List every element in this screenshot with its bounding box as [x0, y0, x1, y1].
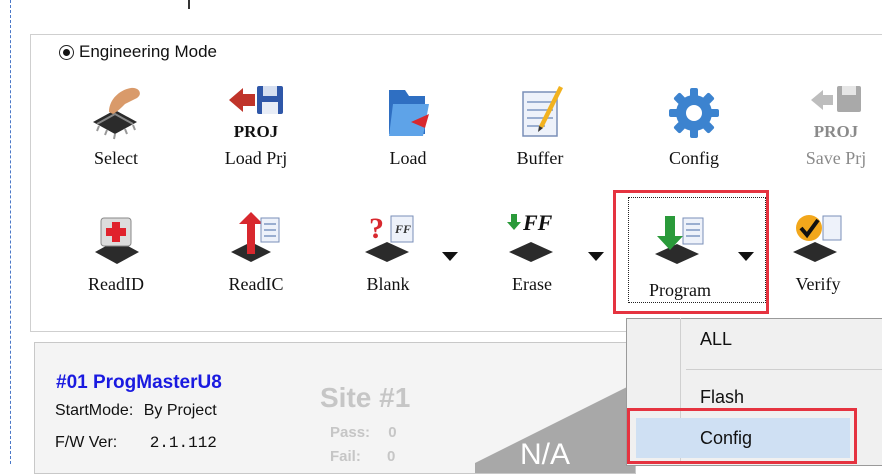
buffer-edit-icon [509, 82, 571, 144]
site-number: Site #1 [320, 382, 411, 413]
proj-icon-text-disabled: PROJ [813, 122, 859, 141]
load-button[interactable]: Load [358, 82, 458, 169]
load-prj-button[interactable]: PROJ Load Prj [206, 82, 306, 169]
blank-check-icon: ? FF [357, 208, 419, 270]
radio-selected-icon[interactable] [59, 44, 74, 60]
select-label: Select [94, 148, 138, 168]
site-title: #01 ProgMasterU8 [56, 372, 222, 393]
ff-glyph-large: FF [523, 210, 553, 235]
menu-item-flash[interactable]: Flash [700, 387, 744, 408]
blank-dropdown-arrow[interactable] [442, 252, 458, 261]
erase-dropdown-arrow[interactable] [588, 252, 604, 261]
fw-value: 2.1.112 [149, 434, 217, 452]
ff-glyph: FF [395, 222, 412, 236]
readic-label: ReadIC [228, 274, 284, 294]
save-prj-button: PROJ Save Prj [786, 82, 882, 169]
blank-button[interactable]: ? FF Blank [338, 208, 438, 295]
select-button[interactable]: Select [66, 82, 166, 169]
program-highlight-box [613, 190, 769, 314]
question-mark-glyph: ? [369, 212, 384, 245]
start-mode-value: By Project [143, 402, 217, 419]
gear-icon [663, 82, 725, 144]
folder-open-icon [377, 82, 439, 144]
verify-label: Verify [795, 274, 841, 294]
menu-item-all[interactable]: ALL [700, 329, 732, 350]
erase-button[interactable]: FF Erase [482, 208, 582, 295]
fw-label: F/W Ver: [55, 434, 118, 451]
buffer-button[interactable]: Buffer [490, 82, 590, 169]
proj-icon-text: PROJ [233, 122, 279, 141]
top-tick-mark [188, 0, 190, 9]
status-na: N/A [520, 438, 571, 471]
panel-left-edge [10, 0, 11, 464]
readid-button[interactable]: ReadID [66, 208, 166, 295]
config-button[interactable]: Config [644, 82, 744, 169]
hand-chip-icon [85, 82, 147, 144]
load-label: Load [389, 148, 427, 168]
verify-icon [787, 208, 849, 270]
fail-value: 0 [387, 448, 396, 465]
start-mode-label: StartMode: [55, 402, 134, 419]
engineering-mode-label: Engineering Mode [79, 42, 217, 61]
read-ic-icon [225, 208, 287, 270]
readic-button[interactable]: ReadIC [206, 208, 306, 295]
erase-label: Erase [512, 274, 552, 294]
verify-button[interactable]: Verify [768, 208, 868, 295]
pass-count: Pass: 0 [330, 424, 397, 441]
buffer-label: Buffer [516, 148, 564, 168]
config-highlight-box [627, 408, 857, 464]
read-id-icon [85, 208, 147, 270]
erase-icon: FF [501, 208, 563, 270]
config-label: Config [668, 148, 719, 168]
pass-value: 0 [388, 424, 397, 441]
blank-label: Blank [366, 274, 410, 294]
load-prj-label: Load Prj [224, 148, 288, 168]
fw-ver-row: F/W Ver: 2.1.112 [55, 434, 217, 452]
pass-label: Pass: [330, 424, 371, 441]
start-mode-row: StartMode: By Project [55, 402, 217, 420]
fail-count: Fail: 0 [330, 448, 395, 465]
readid-label: ReadID [88, 274, 144, 294]
engineering-mode-radio[interactable]: Engineering Mode [55, 40, 221, 64]
menu-separator [686, 369, 882, 370]
save-prj-label: Save Prj [805, 148, 867, 168]
fail-label: Fail: [330, 448, 361, 465]
